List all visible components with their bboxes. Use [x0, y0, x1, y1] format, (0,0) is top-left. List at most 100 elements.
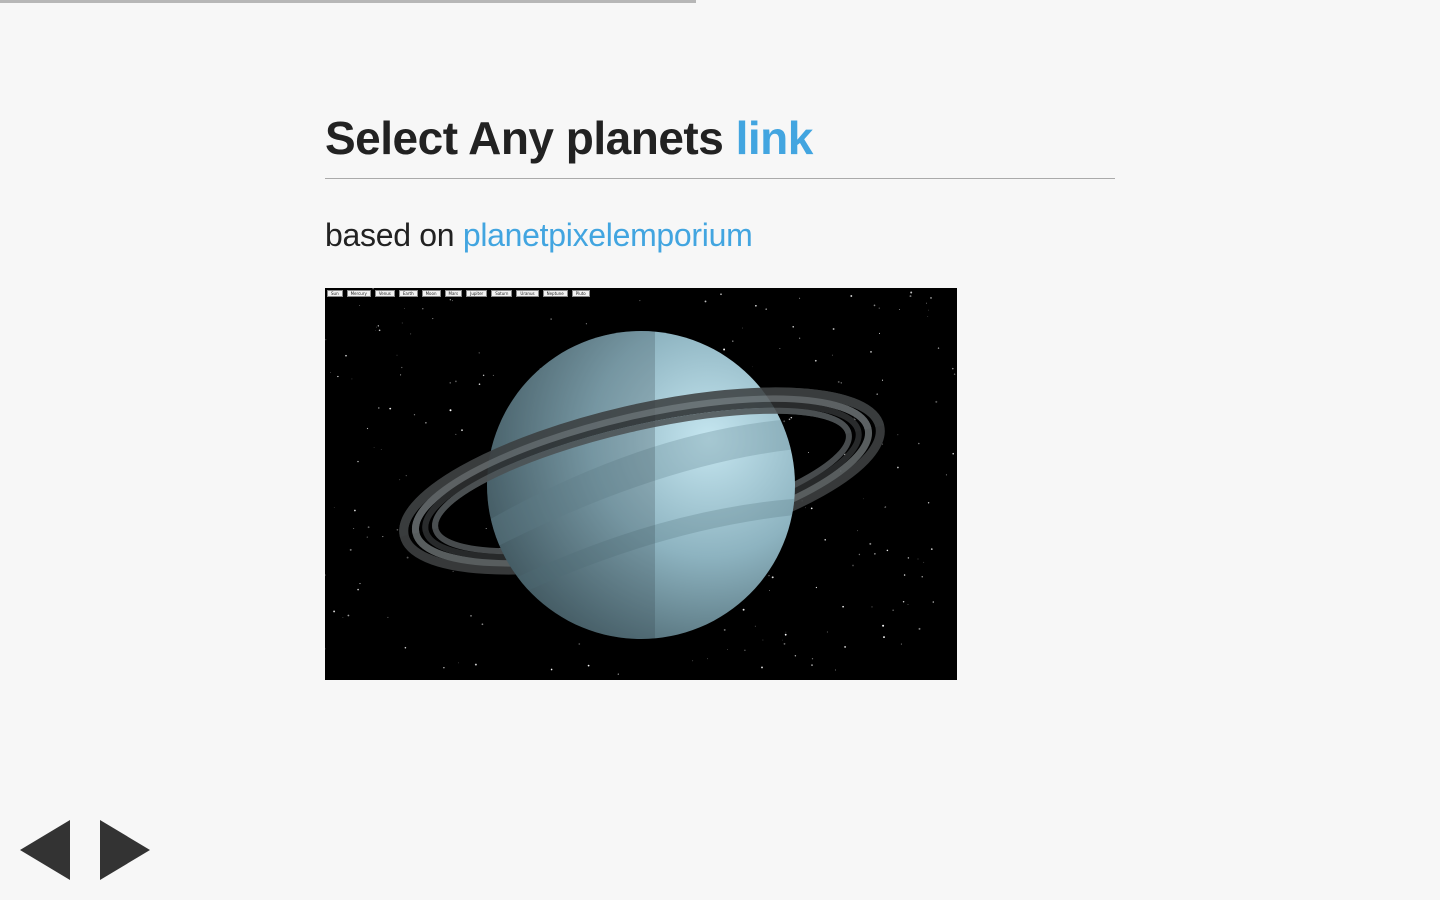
star [585, 323, 587, 325]
star [762, 639, 764, 641]
star [396, 528, 399, 531]
slide-title: Select Any planets link [325, 100, 1115, 176]
star [337, 375, 339, 378]
star [742, 608, 745, 611]
star [907, 604, 909, 605]
star [873, 304, 876, 307]
triangle-right-icon[interactable] [100, 820, 150, 880]
planet-button-jupiter[interactable]: Jupiter [466, 290, 488, 297]
planet-button-mars[interactable]: Mars [444, 290, 463, 297]
star [768, 589, 771, 592]
star [792, 326, 794, 328]
title-link[interactable]: link [736, 112, 814, 164]
star [952, 367, 954, 370]
star [815, 586, 818, 589]
star [578, 643, 581, 645]
star [814, 359, 817, 362]
star [396, 354, 398, 356]
star [458, 662, 459, 664]
star [852, 564, 854, 567]
star [844, 645, 847, 648]
star [831, 354, 833, 356]
star [744, 649, 746, 651]
star [882, 624, 885, 627]
planet-button-pluto[interactable]: Pluto [571, 290, 590, 297]
star [617, 673, 619, 675]
presentation-progress-bar [0, 0, 696, 3]
planet-button-saturn[interactable]: Saturn [491, 290, 513, 297]
planet-button-mercury[interactable]: Mercury [346, 290, 371, 297]
star [921, 576, 923, 578]
star [704, 300, 707, 303]
star [345, 354, 347, 357]
star [853, 417, 855, 419]
star [923, 561, 925, 563]
planet-button-neptune[interactable]: Neptune [542, 290, 568, 297]
star [478, 383, 481, 385]
star [432, 318, 434, 320]
planet-button-venus[interactable]: Venus [374, 290, 395, 297]
star [587, 664, 590, 667]
planet-button-moon[interactable]: Moon [421, 290, 441, 297]
star [952, 452, 954, 455]
star [871, 606, 873, 608]
star [359, 305, 361, 306]
star [832, 328, 835, 330]
planet-render [325, 288, 956, 675]
star [325, 339, 327, 341]
star [353, 527, 355, 529]
star [375, 330, 377, 331]
star [900, 643, 902, 645]
star [452, 300, 454, 302]
slide-content: Select Any planets link based on planetp… [325, 100, 1115, 255]
title-text: Select Any planets [325, 112, 736, 164]
star [937, 347, 940, 349]
planetpixelemporium-link[interactable]: planetpixelemporium [463, 217, 753, 253]
star [881, 379, 884, 381]
star [347, 614, 350, 617]
planet-button-earth[interactable]: Earth [398, 290, 418, 297]
star [366, 427, 369, 430]
star [926, 302, 927, 304]
star [359, 583, 361, 585]
planet-button-uranus[interactable]: Uranus [516, 290, 539, 297]
star [367, 526, 370, 529]
title-divider [325, 178, 1115, 179]
star [927, 316, 929, 317]
star [850, 295, 853, 297]
star [727, 649, 728, 650]
planet-button-sun[interactable]: Sun [327, 290, 343, 297]
star [410, 333, 412, 335]
star [478, 352, 480, 354]
star [400, 374, 402, 376]
slide-subtitle: based on planetpixelemporium [325, 215, 1115, 255]
star [783, 420, 786, 423]
star [874, 553, 876, 555]
star [330, 372, 332, 373]
star [807, 452, 809, 453]
star [917, 558, 919, 560]
star [918, 627, 921, 630]
star [930, 548, 933, 550]
star [401, 366, 403, 369]
star [380, 449, 382, 450]
star [878, 332, 881, 334]
star [706, 658, 708, 660]
star [354, 509, 356, 512]
star [799, 297, 801, 299]
triangle-left-icon[interactable] [20, 820, 70, 880]
star [449, 382, 451, 384]
star [720, 293, 722, 296]
star [876, 393, 878, 395]
star [785, 631, 787, 633]
star [903, 574, 906, 576]
star [723, 348, 726, 351]
star [810, 507, 813, 510]
star [788, 418, 791, 421]
star [909, 295, 912, 298]
star [732, 340, 734, 342]
star [443, 667, 445, 669]
star [794, 655, 797, 657]
star [779, 348, 781, 349]
star [953, 373, 956, 375]
